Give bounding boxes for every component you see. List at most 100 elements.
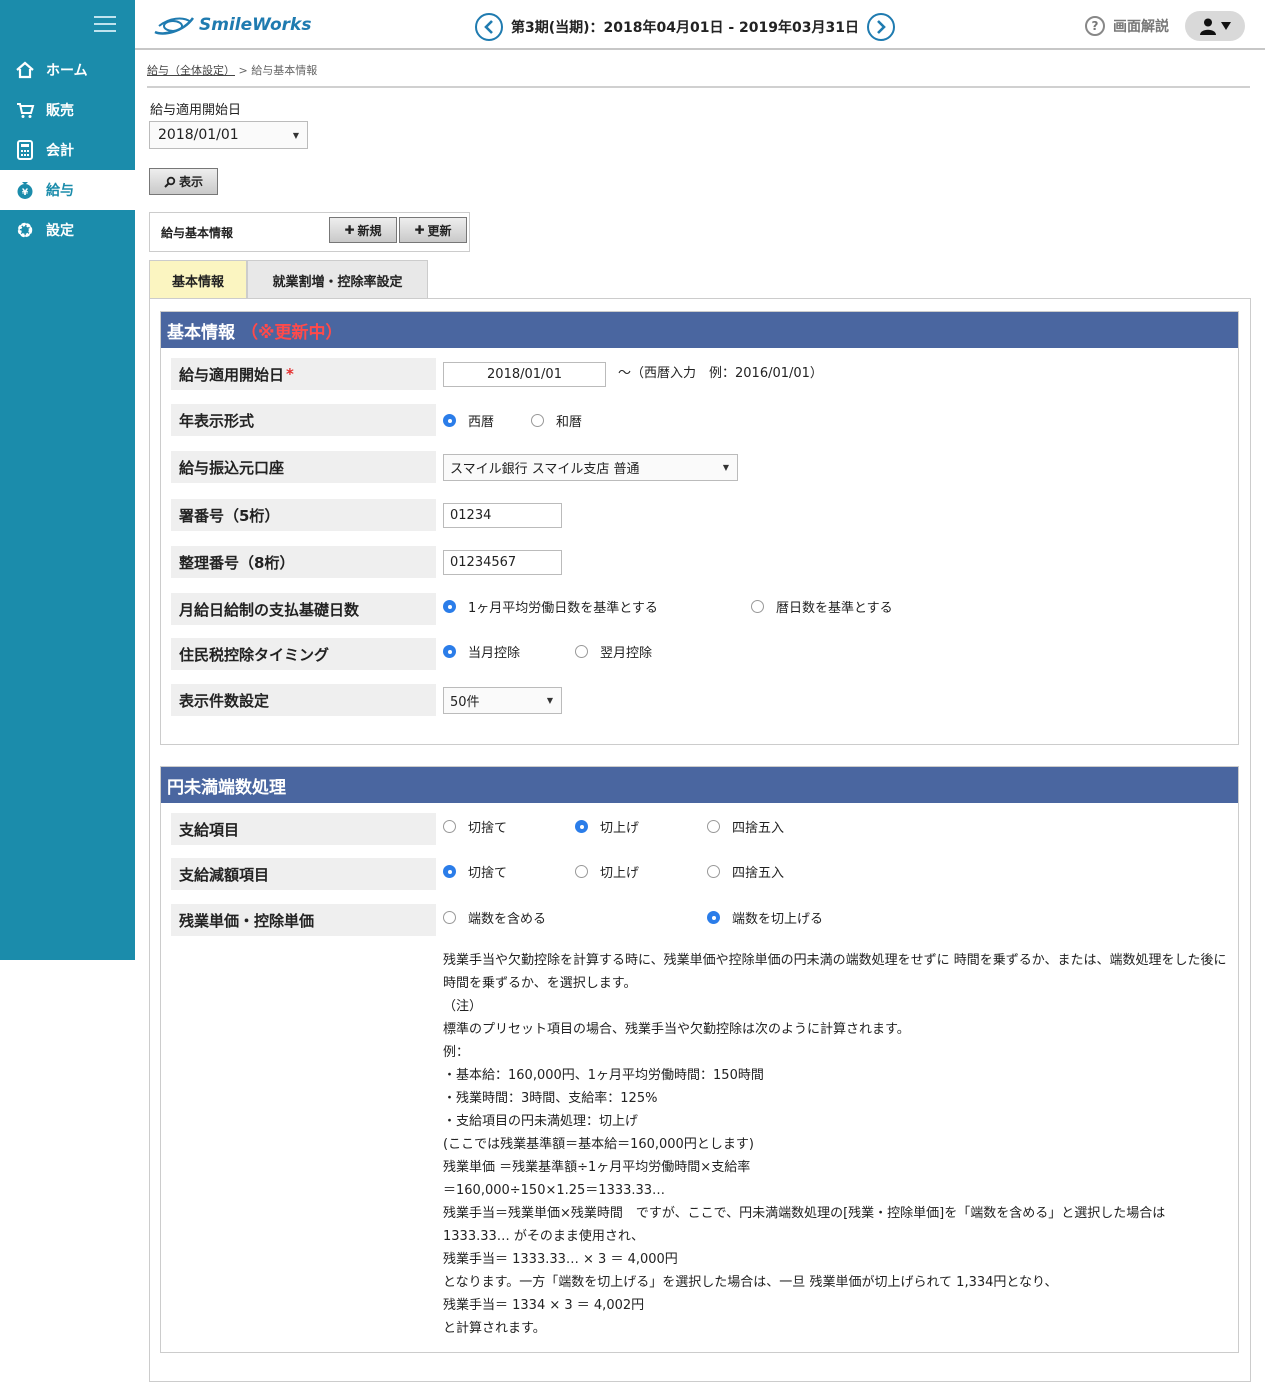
radio-payment-ceil[interactable]: 切上げ bbox=[575, 810, 639, 842]
radio-checked bbox=[443, 599, 456, 613]
home-icon bbox=[14, 59, 36, 81]
radio-tax-next-month[interactable]: 翌月控除 bbox=[575, 635, 652, 667]
radio-unchecked bbox=[707, 819, 720, 833]
calculator-icon bbox=[14, 139, 36, 161]
basic-info-panel-header: 基本情報 （※更新中） bbox=[161, 312, 1238, 348]
start-date-input[interactable]: 2018/01/01 bbox=[443, 361, 606, 387]
update-button[interactable]: ✚ 更新 bbox=[399, 217, 467, 243]
filter-start-date-label: 給与適用開始日 bbox=[150, 103, 242, 118]
caret-down-icon: ▼ bbox=[292, 130, 299, 140]
help-label: 画面解説 bbox=[1113, 19, 1169, 35]
plus-icon: ✚ bbox=[344, 223, 355, 237]
panel-title: 基本情報 bbox=[167, 322, 235, 343]
row-payment-items: 支給項目 切捨て 切上げ 四捨五入 bbox=[171, 813, 1231, 845]
question-icon: ? bbox=[1085, 16, 1105, 36]
row-content: 01234 bbox=[443, 499, 562, 531]
office-number-input[interactable]: 01234 bbox=[443, 502, 562, 528]
period-label: 第3期(当期)：2018年04月01日 - 2019年03月31日 bbox=[511, 20, 859, 36]
next-period-button[interactable] bbox=[866, 13, 895, 41]
row-label: 支給減額項目 bbox=[171, 858, 436, 890]
radio-base-days-calendar[interactable]: 暦日数を基準とする bbox=[751, 590, 893, 622]
radio-label: 四捨五入 bbox=[732, 865, 785, 881]
note-line: （注） bbox=[443, 999, 483, 1014]
new-button-label: 新規 bbox=[357, 223, 382, 238]
chevron-right-icon bbox=[877, 20, 886, 34]
logo[interactable]: SmileWorks bbox=[153, 12, 311, 38]
note-line: 標準のプリセット項目の場合、残業手当や欠勤控除は次のように計算されます。 bbox=[443, 1022, 910, 1037]
radio-reduction-ceil[interactable]: 切上げ bbox=[575, 855, 639, 887]
radio-label: 1ヶ月平均労働日数を基準とする bbox=[468, 600, 658, 616]
radio-tax-current-month[interactable]: 当月控除 bbox=[443, 635, 520, 667]
row-label: 整理番号（8桁） bbox=[171, 546, 436, 578]
row-label: 給与適用開始日 * bbox=[171, 358, 436, 390]
row-start-date: 給与適用開始日 * 2018/01/01 ～（西暦入力 例：2016/01/01… bbox=[171, 358, 1231, 390]
period-selector: 第3期(当期)：2018年04月01日 - 2019年03月31日 bbox=[475, 13, 895, 41]
required-mark: * bbox=[286, 365, 294, 383]
tab-bar: 基本情報 就業割増・控除率設定 bbox=[149, 260, 428, 299]
note-line: 残業手当＝ 1333.33… × 3 ＝ 4,000円 bbox=[443, 1252, 678, 1267]
page-size-select[interactable]: 50件 ▼ bbox=[443, 686, 562, 714]
radio-base-days-average[interactable]: 1ヶ月平均労働日数を基準とする bbox=[443, 590, 658, 622]
page-size-value: 50件 bbox=[450, 694, 480, 710]
gear-icon bbox=[14, 219, 36, 241]
sidebar-item-accounting[interactable]: 会計 bbox=[0, 130, 135, 170]
sidebar-item-label: 設定 bbox=[46, 223, 74, 239]
radio-label: 翌月控除 bbox=[600, 645, 653, 661]
user-menu-button[interactable] bbox=[1185, 11, 1245, 41]
radio-payment-floor[interactable]: 切捨て bbox=[443, 810, 507, 842]
sidebar-item-label: 会計 bbox=[46, 143, 74, 159]
radio-payment-round[interactable]: 四捨五入 bbox=[707, 810, 784, 842]
new-button[interactable]: ✚ 新規 bbox=[329, 217, 397, 243]
radio-checked bbox=[575, 819, 588, 833]
filter-start-date-select[interactable]: 2018/01/01 ▼ bbox=[149, 121, 308, 149]
sidebar-item-label: ホーム bbox=[46, 63, 88, 79]
radio-unchecked bbox=[751, 599, 764, 613]
show-button-label: 表示 bbox=[178, 175, 203, 189]
breadcrumb-separator: > bbox=[238, 64, 248, 77]
caret-down-icon bbox=[1221, 22, 1231, 30]
rounding-explanation: 残業手当や欠勤控除を計算する時に、残業単価や控除単価の円未満の端数処理をせずに … bbox=[443, 949, 1228, 1340]
note-line: となります。一方「端数を切上げる」を選択した場合は、一旦 残業単価が切上げられて… bbox=[443, 1275, 1058, 1290]
breadcrumb-link-payroll-settings[interactable]: 給与（全体設定） bbox=[147, 64, 235, 77]
radio-checked bbox=[707, 910, 720, 924]
sidebar-item-sales[interactable]: 販売 bbox=[0, 90, 135, 130]
note-line: 例： bbox=[443, 1045, 470, 1060]
bank-account-select[interactable]: スマイル銀行 スマイル支店 普通 ▼ bbox=[443, 453, 738, 481]
plus-icon: ✚ bbox=[414, 223, 425, 237]
help-link[interactable]: ? 画面解説 bbox=[1085, 16, 1169, 36]
bank-account-value: スマイル銀行 スマイル支店 普通 bbox=[450, 461, 640, 477]
yen-bag-icon: ¥ bbox=[14, 179, 36, 201]
toolbar-title: 給与基本情報 bbox=[161, 226, 234, 240]
radio-reduction-round[interactable]: 四捨五入 bbox=[707, 855, 784, 887]
show-button[interactable]: 表示 bbox=[149, 168, 218, 195]
row-label: 給与振込元口座 bbox=[171, 451, 436, 483]
top-header: SmileWorks 第3期(当期)：2018年04月01日 - 2019年03… bbox=[135, 0, 1265, 50]
radio-label: 暦日数を基準とする bbox=[776, 600, 893, 616]
radio-year-japanese[interactable]: 和暦 bbox=[531, 404, 582, 436]
svg-text:¥: ¥ bbox=[22, 188, 29, 198]
note-line: 残業手当や欠勤控除を計算する時に、残業単価や控除単価の円未満の端数処理をせずに … bbox=[443, 953, 1227, 991]
sidebar-item-payroll[interactable]: ¥ 給与 bbox=[0, 170, 135, 210]
radio-year-western[interactable]: 西暦 bbox=[443, 404, 494, 436]
sidebar-item-settings[interactable]: 設定 bbox=[0, 210, 135, 250]
row-reference-number: 整理番号（8桁） 01234567 bbox=[171, 546, 1231, 578]
radio-overtime-ceil-fraction[interactable]: 端数を切上げる bbox=[707, 901, 823, 933]
note-line: 残業単価 ＝残業基準額÷1ヶ月平均労働時間×支給率 bbox=[443, 1160, 751, 1175]
radio-unchecked bbox=[443, 819, 456, 833]
prev-period-button[interactable] bbox=[475, 13, 503, 41]
sidebar-item-home[interactable]: ホーム bbox=[0, 50, 135, 90]
reference-number-input[interactable]: 01234567 bbox=[443, 549, 562, 575]
menu-toggle-icon[interactable] bbox=[94, 16, 116, 34]
cart-icon bbox=[14, 99, 36, 121]
tab-overtime-deduction-rates[interactable]: 就業割増・控除率設定 bbox=[247, 260, 428, 299]
row-label: 支給項目 bbox=[171, 813, 436, 845]
radio-checked bbox=[443, 644, 456, 658]
radio-reduction-floor[interactable]: 切捨て bbox=[443, 855, 507, 887]
row-page-size: 表示件数設定 50件 ▼ bbox=[171, 684, 1231, 716]
search-icon bbox=[164, 176, 176, 188]
radio-overtime-include-fraction[interactable]: 端数を含める bbox=[443, 901, 546, 933]
radio-label: 和暦 bbox=[556, 414, 583, 430]
tab-basic-info[interactable]: 基本情報 bbox=[149, 260, 247, 299]
radio-unchecked bbox=[443, 910, 456, 924]
row-label: 残業単価・控除単価 bbox=[171, 904, 436, 936]
